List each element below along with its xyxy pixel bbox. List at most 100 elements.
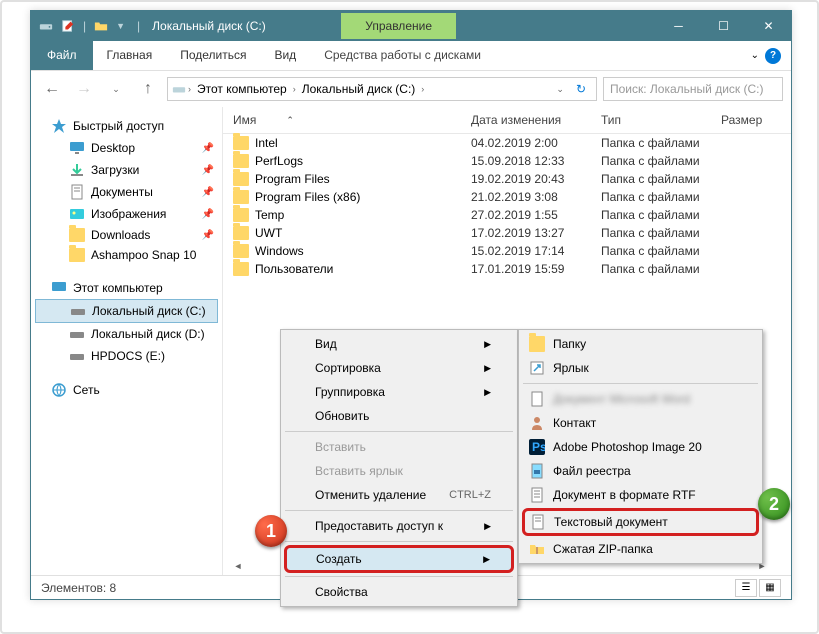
document-icon	[69, 184, 85, 200]
file-date: 19.02.2019 20:43	[471, 172, 601, 186]
ctx-sort[interactable]: Сортировка▶	[283, 356, 515, 380]
crumb-sep-icon[interactable]: ›	[188, 84, 191, 94]
file-row[interactable]: PerfLogs15.09.2018 12:33Папка с файлами	[223, 152, 791, 170]
downloads-item[interactable]: Downloads📌	[31, 225, 222, 245]
header-name[interactable]: Имя⌃	[233, 113, 471, 127]
desktop-icon	[69, 140, 85, 156]
sub-contact[interactable]: Контакт	[521, 411, 760, 435]
file-type: Папка с файлами	[601, 226, 721, 240]
folder-icon	[233, 226, 249, 240]
folder-icon	[233, 208, 249, 222]
quick-access-toolbar: | ▼	[31, 19, 133, 33]
address-field[interactable]: › Этот компьютер › Локальный диск (C:) ›…	[167, 77, 597, 101]
ctx-create[interactable]: Создать▶	[284, 545, 514, 573]
share-tab[interactable]: Поделиться	[166, 41, 260, 70]
expand-ribbon-icon[interactable]: ⌄	[751, 50, 759, 61]
network-item[interactable]: Сеть	[31, 379, 222, 401]
home-tab[interactable]: Главная	[93, 41, 167, 70]
tools-tab[interactable]: Средства работы с дисками	[310, 41, 495, 70]
file-date: 27.02.2019 1:55	[471, 208, 601, 222]
header-size[interactable]: Размер	[721, 113, 781, 127]
titlebar[interactable]: | ▼ | Локальный диск (C:) Управление ─ ☐…	[31, 11, 791, 41]
folder-icon	[233, 262, 249, 276]
manage-tab[interactable]: Управление	[341, 13, 456, 39]
view-tab[interactable]: Вид	[260, 41, 310, 70]
file-type: Папка с файлами	[601, 244, 721, 258]
ribbon-tabs: Файл Главная Поделиться Вид Средства раб…	[31, 41, 791, 71]
sub-zip[interactable]: Сжатая ZIP-папка	[521, 537, 760, 561]
separator	[285, 541, 513, 542]
sub-text[interactable]: Текстовый документ	[522, 508, 759, 536]
addr-dropdown-icon[interactable]: ⌄	[552, 84, 568, 95]
downloads-ru-item[interactable]: Загрузки📌	[31, 159, 222, 181]
file-type: Папка с файлами	[601, 172, 721, 186]
file-name: Temp	[255, 208, 284, 222]
refresh-icon[interactable]: ↻	[570, 82, 592, 96]
ctx-undo[interactable]: Отменить удалениеCTRL+Z	[283, 483, 515, 507]
maximize-button[interactable]: ☐	[701, 11, 746, 41]
icons-view-button[interactable]: ▦	[759, 579, 781, 597]
props-icon[interactable]	[61, 19, 75, 33]
minimize-button[interactable]: ─	[656, 11, 701, 41]
local-c-item[interactable]: Локальный диск (C:)	[35, 299, 218, 323]
file-row[interactable]: Windows15.02.2019 17:14Папка с файлами	[223, 242, 791, 260]
sub-photoshop[interactable]: PsAdobe Photoshop Image 20	[521, 435, 760, 459]
local-d-item[interactable]: Локальный диск (D:)	[31, 323, 222, 345]
pin-icon: 📌	[202, 165, 214, 176]
ashampoo-item[interactable]: Ashampoo Snap 10	[31, 245, 222, 265]
up-button[interactable]: ↑	[135, 76, 161, 102]
ctx-view[interactable]: Вид▶	[283, 332, 515, 356]
file-name: UWT	[255, 226, 282, 240]
crumb-this-pc[interactable]: Этот компьютер	[193, 80, 291, 98]
this-pc[interactable]: Этот компьютер	[31, 277, 222, 299]
crumb-sep-icon[interactable]: ›	[293, 84, 296, 94]
desktop-item[interactable]: Desktop📌	[31, 137, 222, 159]
image-icon	[69, 206, 85, 222]
crumb-sep-icon[interactable]: ›	[421, 84, 424, 94]
sub-blurred[interactable]: Документ Microsoft Word	[521, 387, 760, 411]
svg-text:Ps: Ps	[532, 440, 545, 454]
file-type: Папка с файлами	[601, 190, 721, 204]
back-button[interactable]: ←	[39, 76, 65, 102]
folder-icon[interactable]	[94, 19, 108, 33]
qat-dropdown[interactable]: ▼	[116, 21, 125, 31]
file-date: 15.02.2019 17:14	[471, 244, 601, 258]
sub-folder[interactable]: Папку	[521, 332, 760, 356]
scroll-left[interactable]: ◄	[229, 557, 247, 575]
sub-shortcut[interactable]: Ярлык	[521, 356, 760, 380]
pin-icon: 📌	[202, 187, 214, 198]
sub-registry[interactable]: Файл реестра	[521, 459, 760, 483]
search-input[interactable]: Поиск: Локальный диск (C:)	[603, 77, 783, 101]
forward-button[interactable]: →	[71, 76, 97, 102]
ctx-give-access[interactable]: Предоставить доступ к▶	[283, 514, 515, 538]
file-row[interactable]: Temp27.02.2019 1:55Папка с файлами	[223, 206, 791, 224]
details-view-button[interactable]: ☰	[735, 579, 757, 597]
drive-icon	[69, 348, 85, 364]
crumb-local-disk[interactable]: Локальный диск (C:)	[298, 80, 420, 98]
ctx-group[interactable]: Группировка▶	[283, 380, 515, 404]
column-headers: Имя⌃ Дата изменения Тип Размер	[223, 107, 791, 134]
separator	[285, 576, 513, 577]
help-icon[interactable]: ?	[765, 48, 781, 64]
documents-item[interactable]: Документы📌	[31, 181, 222, 203]
file-row[interactable]: Пользователи17.01.2019 15:59Папка с файл…	[223, 260, 791, 278]
file-tab[interactable]: Файл	[31, 41, 93, 70]
sub-rtf[interactable]: Документ в формате RTF	[521, 483, 760, 507]
file-row[interactable]: Intel04.02.2019 2:00Папка с файлами	[223, 134, 791, 152]
file-row[interactable]: Program Files19.02.2019 20:43Папка с фай…	[223, 170, 791, 188]
recent-dropdown[interactable]: ⌄	[103, 76, 129, 102]
window-title: Локальный диск (C:)	[144, 19, 341, 33]
ctx-properties[interactable]: Свойства	[283, 580, 515, 604]
rtf-icon	[529, 487, 545, 503]
quick-access[interactable]: Быстрый доступ	[31, 115, 222, 137]
hpdocs-item[interactable]: HPDOCS (E:)	[31, 345, 222, 367]
file-row[interactable]: UWT17.02.2019 13:27Папка с файлами	[223, 224, 791, 242]
header-date[interactable]: Дата изменения	[471, 113, 601, 127]
images-item[interactable]: Изображения📌	[31, 203, 222, 225]
ctx-refresh[interactable]: Обновить	[283, 404, 515, 428]
star-icon	[51, 118, 67, 134]
file-row[interactable]: Program Files (x86)21.02.2019 3:08Папка …	[223, 188, 791, 206]
close-button[interactable]: ✕	[746, 11, 791, 41]
header-type[interactable]: Тип	[601, 113, 721, 127]
navigation-pane[interactable]: Быстрый доступ Desktop📌 Загрузки📌 Докуме…	[31, 107, 223, 575]
